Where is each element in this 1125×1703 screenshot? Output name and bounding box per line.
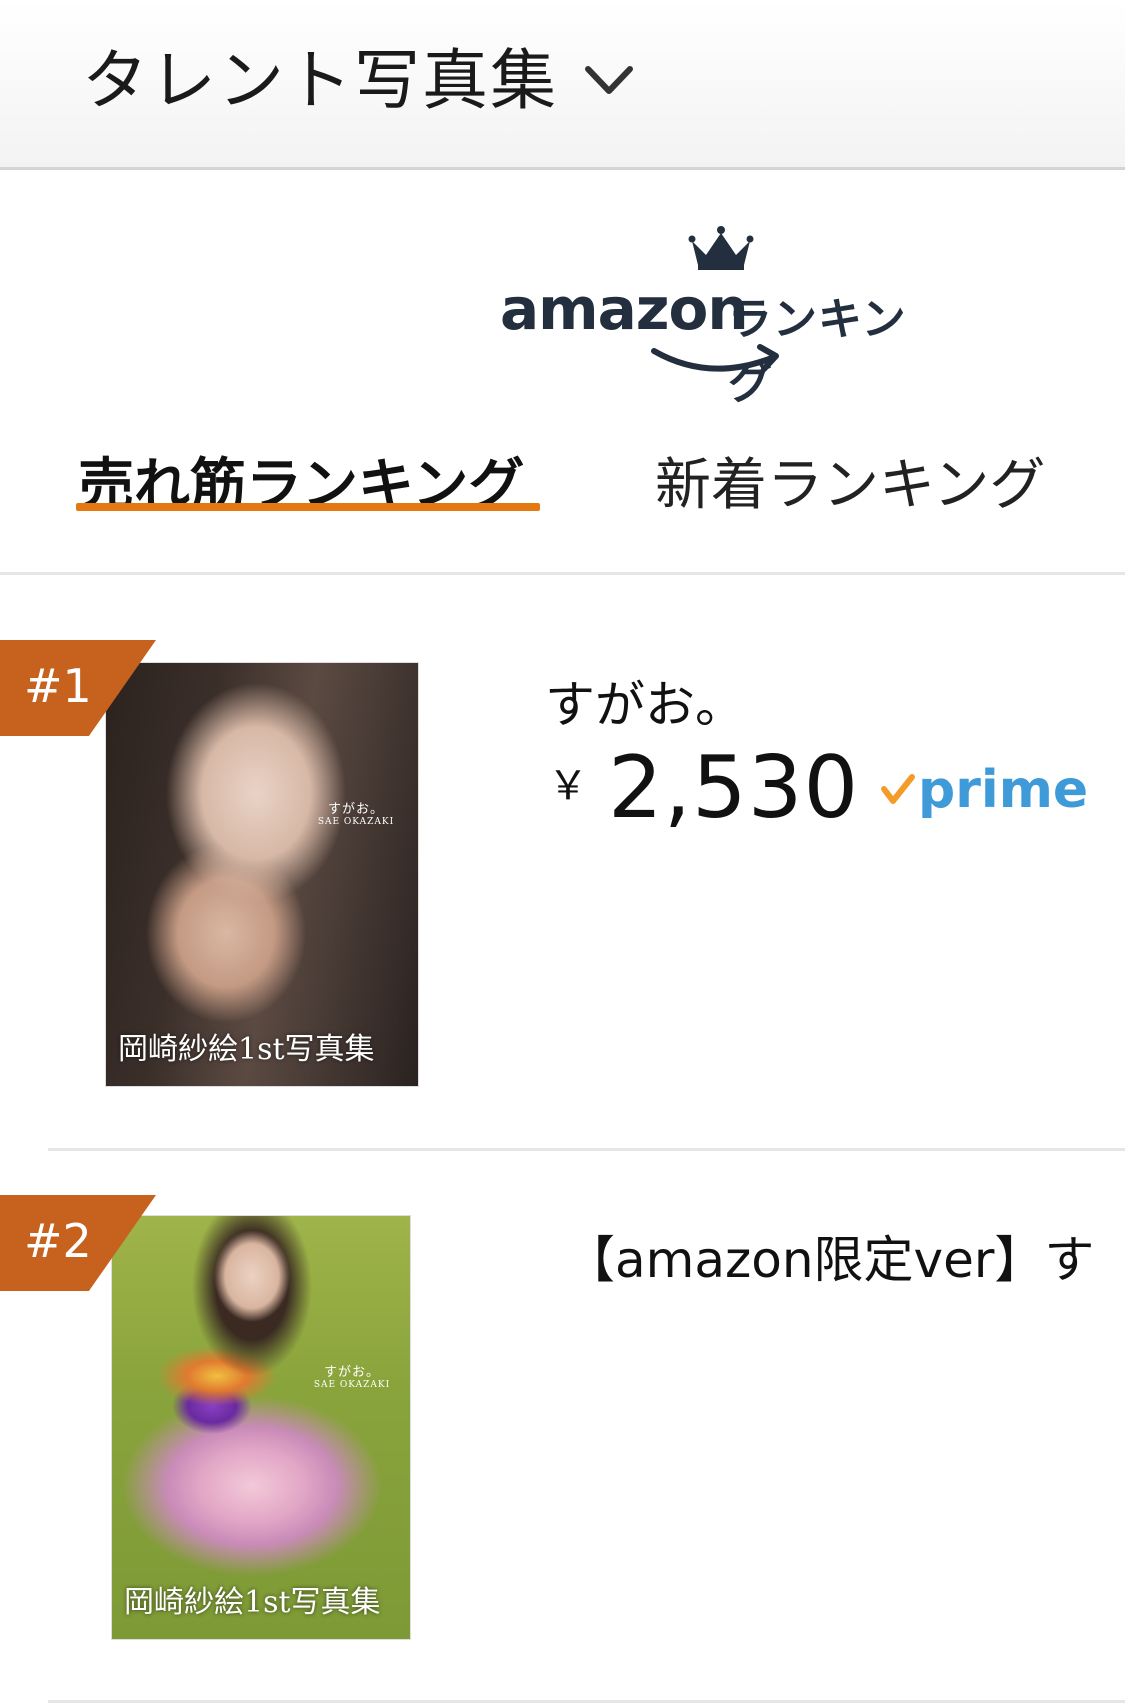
item-divider <box>48 1148 1125 1151</box>
ranking-item[interactable]: すがお。 SAE OKAZAKI 岡崎紗絵1st写真集 #1 すがお。 ￥ 2,… <box>0 640 1125 1150</box>
chevron-down-icon <box>585 66 633 94</box>
currency-symbol: ￥ <box>548 763 588 809</box>
item-title[interactable]: すがお。 <box>545 665 745 737</box>
ranking-tabs: 売れ筋ランキング 新着ランキング <box>0 420 1125 575</box>
amazon-ranking-logo: amazon ランキング <box>500 225 950 409</box>
book-cover-image[interactable]: すがお。 SAE OKAZAKI 岡崎紗絵1st写真集 <box>105 662 419 1087</box>
prime-badge: prime <box>880 760 1088 820</box>
amazon-smile-icon <box>651 344 779 372</box>
crown-icon <box>688 226 754 270</box>
item-title[interactable]: 【amazon限定ver】す <box>565 1220 1094 1292</box>
check-icon <box>881 774 915 804</box>
cover-caption: 岡崎紗絵1st写真集 <box>124 1585 381 1620</box>
ranking-item[interactable]: すがお。 SAE OKAZAKI 岡崎紗絵1st写真集 #2 【amazon限定… <box>0 1195 1125 1703</box>
price-value: 2,530 <box>608 738 860 838</box>
book-cover-image[interactable]: すがお。 SAE OKAZAKI 岡崎紗絵1st写真集 <box>111 1215 411 1640</box>
tab-new-ranking[interactable]: 新着ランキング <box>655 440 1045 521</box>
amazon-wordmark: amazon <box>500 275 749 343</box>
category-dropdown[interactable]: タレント写真集 <box>82 20 634 130</box>
cover-caption: 岡崎紗絵1st写真集 <box>118 1032 375 1067</box>
cover-title-small: すがお。 SAE OKAZAKI <box>317 802 395 827</box>
top-header: タレント写真集 <box>0 0 1125 170</box>
cover-title-small: すがお。 SAE OKAZAKI <box>313 1365 391 1390</box>
category-label: タレント写真集 <box>82 42 558 119</box>
price: ￥ 2,530 <box>548 745 859 831</box>
active-tab-indicator <box>76 503 540 511</box>
prime-label: prime <box>918 760 1089 820</box>
